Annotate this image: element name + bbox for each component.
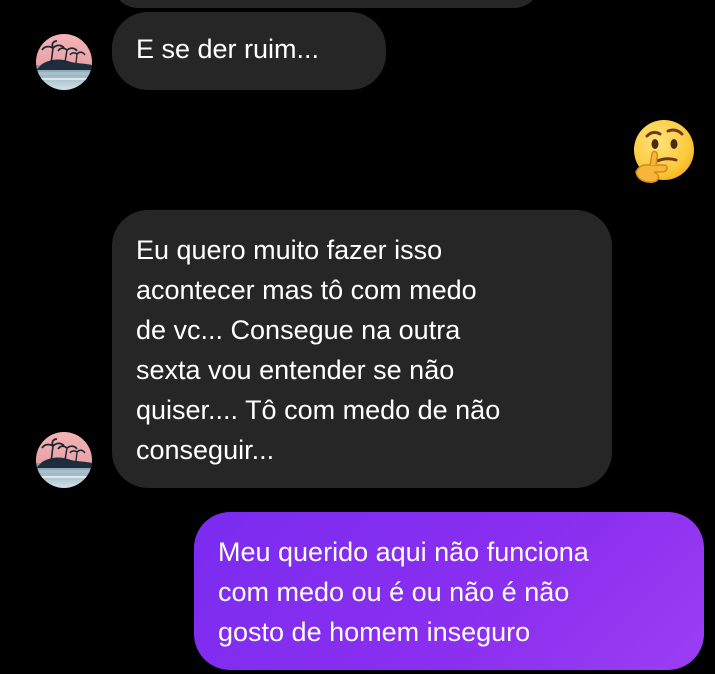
beach-palm-avatar-icon [36,432,92,488]
message-bubble-incoming[interactable]: E se der ruim... [112,12,386,90]
beach-palm-avatar-icon [36,34,92,90]
thinking-face-emoji-message[interactable] [630,118,698,186]
message-bubble-incoming-cropped[interactable] [112,0,540,8]
contact-avatar[interactable] [36,34,92,90]
message-bubble-incoming[interactable]: Eu quero muito fazer isso acontecer mas … [112,210,612,488]
thinking-face-icon [634,120,694,183]
contact-avatar[interactable] [36,432,92,488]
message-bubble-outgoing[interactable]: Meu querido aqui não funciona com medo o… [194,512,704,670]
